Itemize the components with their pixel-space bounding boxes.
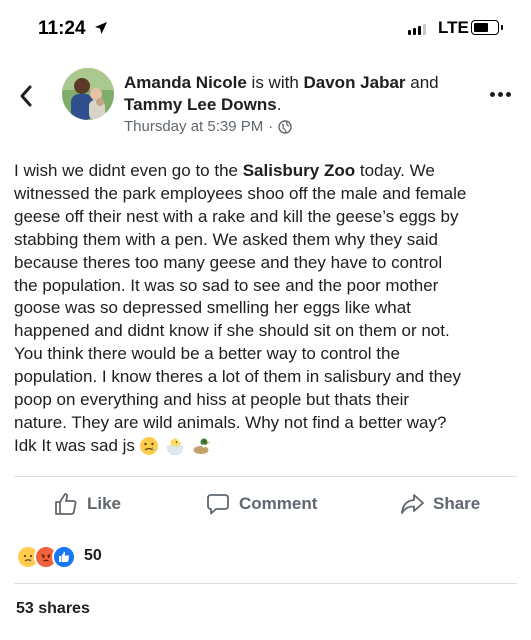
hatching-chick-emoji: [166, 438, 184, 456]
post-meta: Thursday at 5:39 PM ·: [124, 118, 292, 135]
post-text-part-2: today. We witnessed the park employees s…: [14, 161, 467, 455]
location-arrow-icon: [95, 22, 107, 34]
share-arrow-icon: [401, 494, 424, 514]
like-reaction-icon: [52, 545, 76, 569]
status-time: 11:24: [38, 18, 86, 39]
signal-strength-icon: [408, 24, 426, 35]
tagged-person-1[interactable]: Davon Jabar: [304, 73, 406, 92]
divider-bottom: [14, 583, 517, 584]
reaction-count[interactable]: 50: [84, 547, 102, 565]
comment-button[interactable]: Comment: [206, 492, 317, 516]
and-text: and: [405, 73, 439, 92]
author-avatar[interactable]: [62, 68, 114, 120]
place-tag[interactable]: Salisbury Zoo: [243, 161, 355, 180]
crying-face-emoji: [139, 437, 158, 456]
post-header-line-1: Amanda Nicole is with Davon Jabar and: [124, 72, 439, 94]
back-chevron-icon[interactable]: [18, 84, 34, 108]
comment-bubble-icon: [207, 494, 229, 515]
more-options-icon[interactable]: [490, 92, 511, 97]
share-button[interactable]: Share: [400, 492, 480, 516]
thumbs-up-icon: [55, 493, 77, 515]
meta-separator: ·: [268, 118, 274, 135]
battery-icon: [471, 20, 503, 35]
author-name[interactable]: Amanda Nicole: [124, 73, 247, 92]
shares-count[interactable]: 53 shares: [16, 600, 90, 618]
post-timestamp[interactable]: Thursday at 5:39 PM: [124, 118, 263, 135]
share-label: Share: [433, 494, 481, 513]
reaction-summary[interactable]: [16, 545, 76, 569]
post-emojis: [139, 436, 211, 456]
post-text: I wish we didnt even go to the Salisbury…: [14, 160, 519, 458]
like-label: Like: [87, 494, 122, 513]
header-period: .: [276, 95, 282, 114]
divider-top: [14, 476, 517, 477]
globe-icon: [278, 119, 292, 134]
like-button[interactable]: Like: [54, 492, 121, 516]
duck-emoji: [193, 438, 211, 455]
with-text: is with: [246, 73, 304, 92]
comment-label: Comment: [239, 494, 318, 513]
post-header-line-2: Tammy Lee Downs.: [124, 94, 281, 116]
post-text-part-1: I wish we didnt even go to the: [14, 161, 243, 180]
tagged-person-2[interactable]: Tammy Lee Downs: [124, 95, 277, 114]
network-type: LTE: [438, 18, 469, 37]
